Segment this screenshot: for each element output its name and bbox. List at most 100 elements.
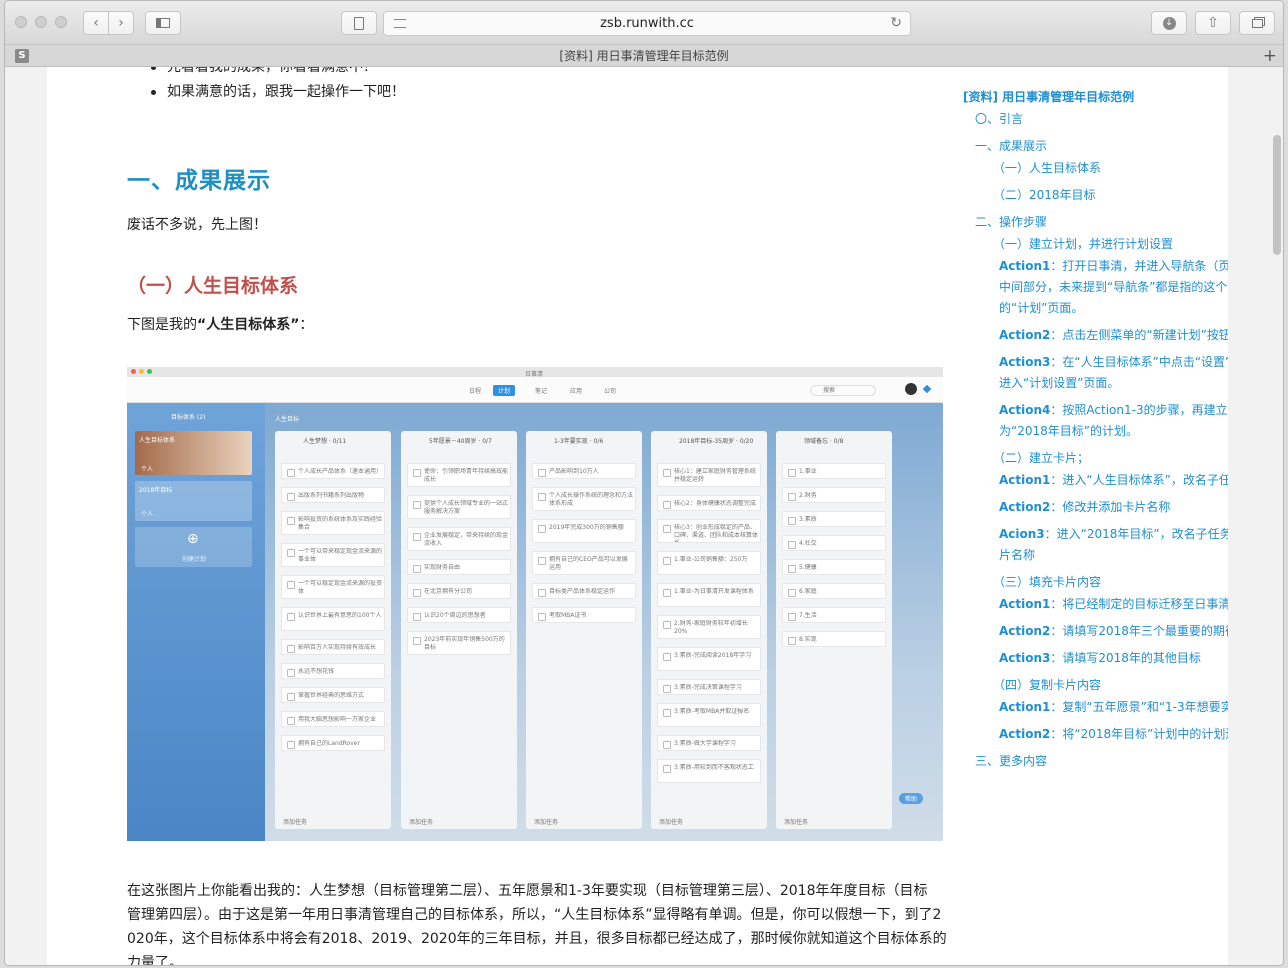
create-plan-card: ⊕ 创建计划 <box>135 527 252 567</box>
app-screenshot-image: 日事清 搜索 日程 计划 笔记 应用 公司 目标体系 (2) 人生目标体系 个人 201… <box>127 367 943 841</box>
board-card: 3.素质-完成决策课程学习 <box>657 679 761 695</box>
reload-icon[interactable]: ↻ <box>890 15 902 31</box>
share-icon: ⇧ <box>1207 15 1219 31</box>
toc-item[interactable]: （一）人生目标体系 <box>993 158 1101 178</box>
column-count: 0/6 <box>593 438 604 445</box>
new-tab-button[interactable]: + <box>1263 46 1277 66</box>
toc-item[interactable]: Action1：复制“五年愿景”和“1-3年想要实现” <box>999 697 1228 717</box>
toc-item[interactable]: Action2：点击左侧菜单的“新建计划”按钮。 <box>999 325 1228 345</box>
board-card-text: 产品影响到10万人 <box>549 468 599 475</box>
board-card-text: 个人成长产品体系（速本通用） <box>298 468 382 475</box>
toc-item[interactable]: （二）建立卡片； <box>993 448 1089 468</box>
close-window-button[interactable] <box>15 16 27 28</box>
toc-item-text: （一）人生目标体系 <box>993 161 1102 175</box>
toc-item[interactable]: Action2：将“2018年目标”计划中的计划进行分类 <box>999 724 1228 744</box>
toc-item[interactable]: Action1：打开日事清，并进入导航条（页面上方 <box>999 256 1228 276</box>
toc-item[interactable]: Action3：请填写2018年的其他目标 <box>999 648 1201 668</box>
toc-item[interactable]: Action1：进入“人生目标体系”，改名子任务 <box>999 470 1228 490</box>
address-bar[interactable]: zsb.runwith.cc ↻ <box>383 11 911 36</box>
toc-item[interactable]: （二）2018年目标 <box>993 185 1096 205</box>
toc-item[interactable]: 中间部分，未来提到“导航条”都是指的这个位置） <box>999 277 1228 297</box>
create-plan-label: 创建计划 <box>182 556 207 563</box>
sidebar-badge-icon[interactable]: S <box>15 49 29 63</box>
downloads-button[interactable]: ↓ <box>1151 11 1187 35</box>
toc-item[interactable]: 〇、引言 <box>975 109 1023 129</box>
board-card-text: 拥有自己的LandRover <box>298 740 360 747</box>
column-header: 领域备忘 · 0/8 <box>804 438 844 445</box>
sidebar-card-tag: 个人 <box>141 466 154 473</box>
board-column: 人生梦想 · 0/11 个人成长产品体系（速本通用） 出版系列书籍系列出版物 影响投资… <box>275 431 391 829</box>
browser-window: ‹ › zsb.runwith.cc ↻ ↓ ⇧ S [资料] 用日事清管理年目… <box>4 0 1284 966</box>
add-task-button: 添加任务 <box>659 819 684 826</box>
reader-button[interactable] <box>341 11 377 35</box>
toc-title[interactable]: [资料] 用日事清管理年目标范例 <box>963 87 1134 107</box>
board-card: 5.健康 <box>782 559 886 575</box>
toc-item[interactable]: Acion3：进入“2018年目标”，改名子任务并修改卡 <box>999 524 1228 544</box>
board-card: 2019年完成300万的销售额 <box>532 519 636 543</box>
toc-item[interactable]: 一、成果展示 <box>975 136 1047 156</box>
forward-button[interactable]: › <box>108 11 134 35</box>
column-count: 0/8 <box>833 438 844 445</box>
sidebar-card-tag: 个人 <box>141 511 154 518</box>
column-header: 人生梦想 · 0/11 <box>303 438 347 445</box>
board-card: 提供个人成长领域专业的一站式服务解决方案 <box>407 495 511 519</box>
board-card-text: 8.实现 <box>799 636 817 643</box>
board-card: 产品影响到10万人 <box>532 463 636 479</box>
screenshot-nav-tab: 公司 <box>604 388 617 395</box>
board-column: 1-3年要实现 · 0/6 产品影响到10万人 个人成长操作系统的理念和方法体系形成… <box>526 431 642 829</box>
board-card-text: 在北京拥有分公司 <box>424 588 473 595</box>
zoom-window-button[interactable] <box>55 16 67 28</box>
toc-item[interactable]: （三）填充卡片内容 <box>993 572 1101 592</box>
board-card-text: 一个可以带来稳定现金流来源的事业体 <box>298 548 382 563</box>
toc-item-text: 中间部分，未来提到“导航条”都是指的这个位置） <box>999 280 1228 294</box>
board-card: 3.素质-完成阅读2018年学习 <box>657 647 761 671</box>
toc-item[interactable]: 进入“计划设置”页面。 <box>999 373 1119 393</box>
help-button: 帮助 <box>899 793 924 804</box>
list-item: 先看看我的成果，你看看满意不？ <box>151 67 377 79</box>
board-card-text: 永远不想花钱 <box>298 668 335 675</box>
board-card: 2.财务-家庭财务较年初增长20% <box>657 615 761 639</box>
back-button[interactable]: ‹ <box>83 11 109 35</box>
screenshot-search: 搜索 <box>810 385 876 396</box>
board-card: 7.生活 <box>782 607 886 623</box>
toc-item[interactable]: （四）复制卡片内容 <box>993 675 1101 695</box>
toc-item[interactable]: Action3：在“人生目标体系”中点击“设置”按钮，并 <box>999 352 1228 372</box>
dot <box>139 369 144 374</box>
toc-item[interactable]: 片名称 <box>999 545 1035 565</box>
toc-item[interactable]: 三、更多内容 <box>975 751 1047 771</box>
board-card-text: 2023年前实现年销售500万的目标 <box>424 636 505 651</box>
toc-item-text: （二）建立卡片； <box>993 451 1090 465</box>
board-card: 1.事业 <box>782 463 886 479</box>
tabs-overview-button[interactable] <box>1239 11 1275 35</box>
toc-item-text: 为“2018年目标”的计划。 <box>999 424 1138 438</box>
subsection-heading: （一）人生目标体系 <box>127 275 299 297</box>
active-tab-title[interactable]: [资料] 用日事清管理年目标范例 <box>559 47 728 64</box>
toc-item-text: （二）2018年目标 <box>993 188 1096 202</box>
board-card: 一个可以稳定现金流来源的投资体 <box>281 575 385 599</box>
board-card-text: 5.健康 <box>799 564 817 571</box>
board-column: 2018年目标-35周岁 · 0/20 核心1：建立家庭财务管理系统并稳定运转 核心… <box>651 431 767 829</box>
toc-item[interactable]: Action4：按照Action1-3的步骤，再建立一个名 <box>999 400 1228 420</box>
column-count: 0/11 <box>332 438 347 445</box>
toc-item[interactable]: 的“计划”页面。 <box>999 298 1083 318</box>
board-card: 核心3：创业形成稳定的产品、口碑、渠道、团队和成本核算体系 <box>657 519 761 543</box>
toc-item[interactable]: （一）建立计划，并进行计划设置 <box>993 234 1173 254</box>
toc-item[interactable]: 二、操作步骤 <box>975 212 1047 232</box>
share-button[interactable]: ⇧ <box>1195 11 1231 35</box>
toc-item[interactable]: Action2：修改并添加卡片名称 <box>999 497 1170 517</box>
sidebar-toggle-button[interactable] <box>145 11 181 35</box>
board-card: 拥有自己的CEO产品可以发展运用 <box>532 551 636 575</box>
minimize-window-button[interactable] <box>35 16 47 28</box>
toc-item[interactable]: Action2：请填写2018年三个最重要的期待 <box>999 621 1228 641</box>
sidebar-icon <box>156 18 170 28</box>
list-item: 如果满意的话，跟我一起操作一下吧！ <box>151 80 405 104</box>
toc-item[interactable]: Action1：将已经制定的目标迁移至日事清 <box>999 594 1228 614</box>
board-card-text: 出版系列书籍系列出版物 <box>298 492 365 499</box>
section-heading: 一、成果展示 <box>127 168 271 194</box>
sidebar-card-title: 人生目标体系 <box>139 437 176 444</box>
board-card-text: 1.事业-公司销售额：250万 <box>674 556 748 563</box>
scrollbar[interactable] <box>1273 135 1281 255</box>
toc-item[interactable]: 为“2018年目标”的计划。 <box>999 421 1138 441</box>
board-card-text: 认识世界上最有意思的100个人 <box>298 612 382 619</box>
board-card: 1.事业-公司销售额：250万 <box>657 551 761 575</box>
